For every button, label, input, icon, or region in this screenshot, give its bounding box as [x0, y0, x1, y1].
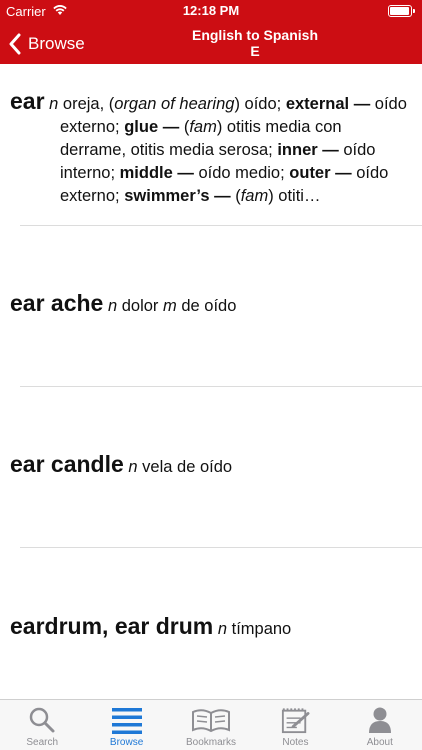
tab-label: About: [366, 737, 393, 748]
headword: eardrum, ear drum: [10, 613, 214, 639]
entry-text: ear n oreja, (organ of hearing) oído; ex…: [10, 90, 412, 208]
tab-label: Search: [26, 737, 59, 748]
battery-icon: [388, 5, 415, 17]
list-item[interactable]: ear candle n vela de oído: [0, 387, 422, 548]
definition-text: n: [49, 95, 59, 113]
definition-text: (: [179, 118, 190, 136]
headword: ear candle: [10, 451, 124, 477]
page-title: English to Spanish E: [120, 27, 390, 59]
headword: ear ache: [10, 290, 104, 316]
list-item[interactable]: eardrum, ear drum n tímpano: [0, 548, 422, 700]
title-dictionary: English to Spanish: [191, 27, 318, 43]
browse-list-icon: [111, 708, 142, 734]
entry-text: ear candle n vela de oído: [10, 453, 412, 479]
definition-text: —: [330, 164, 352, 182]
navigation-bar: Carrier 12:18 PM Browse English to Spani…: [0, 0, 422, 64]
definition-text: oreja, (: [58, 95, 115, 113]
definition-text: ) otiti…: [268, 187, 321, 205]
definition-text: middle —: [119, 164, 194, 182]
tab-notes[interactable]: Notes: [253, 700, 337, 750]
definition-text: tímpano: [227, 620, 292, 638]
definition-text: outer: [289, 164, 331, 182]
tab-about[interactable]: About: [338, 700, 422, 750]
tab-browse[interactable]: Browse: [84, 700, 168, 750]
definition-text: n: [107, 297, 118, 315]
list-item[interactable]: ear n oreja, (organ of hearing) oído; ex…: [0, 64, 422, 226]
tab-label: Notes: [282, 737, 309, 748]
headword: ear: [10, 88, 45, 114]
tab-bar: Search Browse Bookmarks Notes About: [0, 699, 422, 750]
definition-text: vela de oído: [137, 458, 233, 476]
definition-text: ) oído;: [234, 95, 286, 113]
tab-search[interactable]: Search: [0, 700, 84, 750]
tab-bookmarks[interactable]: Bookmarks: [169, 700, 253, 750]
back-button-label: Browse: [28, 34, 85, 53]
title-letter: E: [250, 43, 260, 59]
list-item[interactable]: ear ache n dolor m de oído: [0, 226, 422, 387]
chevron-left-icon: [9, 33, 21, 55]
definition-text: inner —: [277, 141, 339, 159]
tab-label: Browse: [109, 737, 144, 748]
definition-text: external —: [285, 95, 371, 113]
entry-text: eardrum, ear drum n tímpano: [10, 615, 412, 641]
definition-text: swimmer’s —: [124, 187, 231, 205]
back-button[interactable]: Browse: [8, 30, 85, 58]
definition-text: n: [217, 620, 228, 638]
person-icon: [368, 707, 391, 733]
definition-text: oído medio;: [193, 164, 290, 182]
status-bar: Carrier 12:18 PM: [0, 0, 422, 22]
definition-text: n: [128, 458, 138, 476]
tab-label: Bookmarks: [186, 737, 237, 748]
definition-text: de oído: [176, 297, 237, 315]
definition-text: dolor: [117, 297, 163, 315]
definition-text: fam: [240, 187, 269, 205]
entry-text: ear ache n dolor m de oído: [10, 292, 412, 318]
definition-text: fam: [189, 118, 217, 136]
notepad-icon: [282, 708, 310, 734]
status-time: 12:18 PM: [182, 3, 240, 18]
definition-text: glue —: [124, 118, 180, 136]
definition-text: m: [163, 297, 177, 315]
entry-list[interactable]: ear n oreja, (organ of hearing) oído; ex…: [0, 64, 422, 700]
search-icon: [29, 707, 55, 733]
definition-text: organ of hearing: [114, 95, 235, 113]
book-icon: [192, 709, 231, 733]
definition-text: (: [230, 187, 241, 205]
